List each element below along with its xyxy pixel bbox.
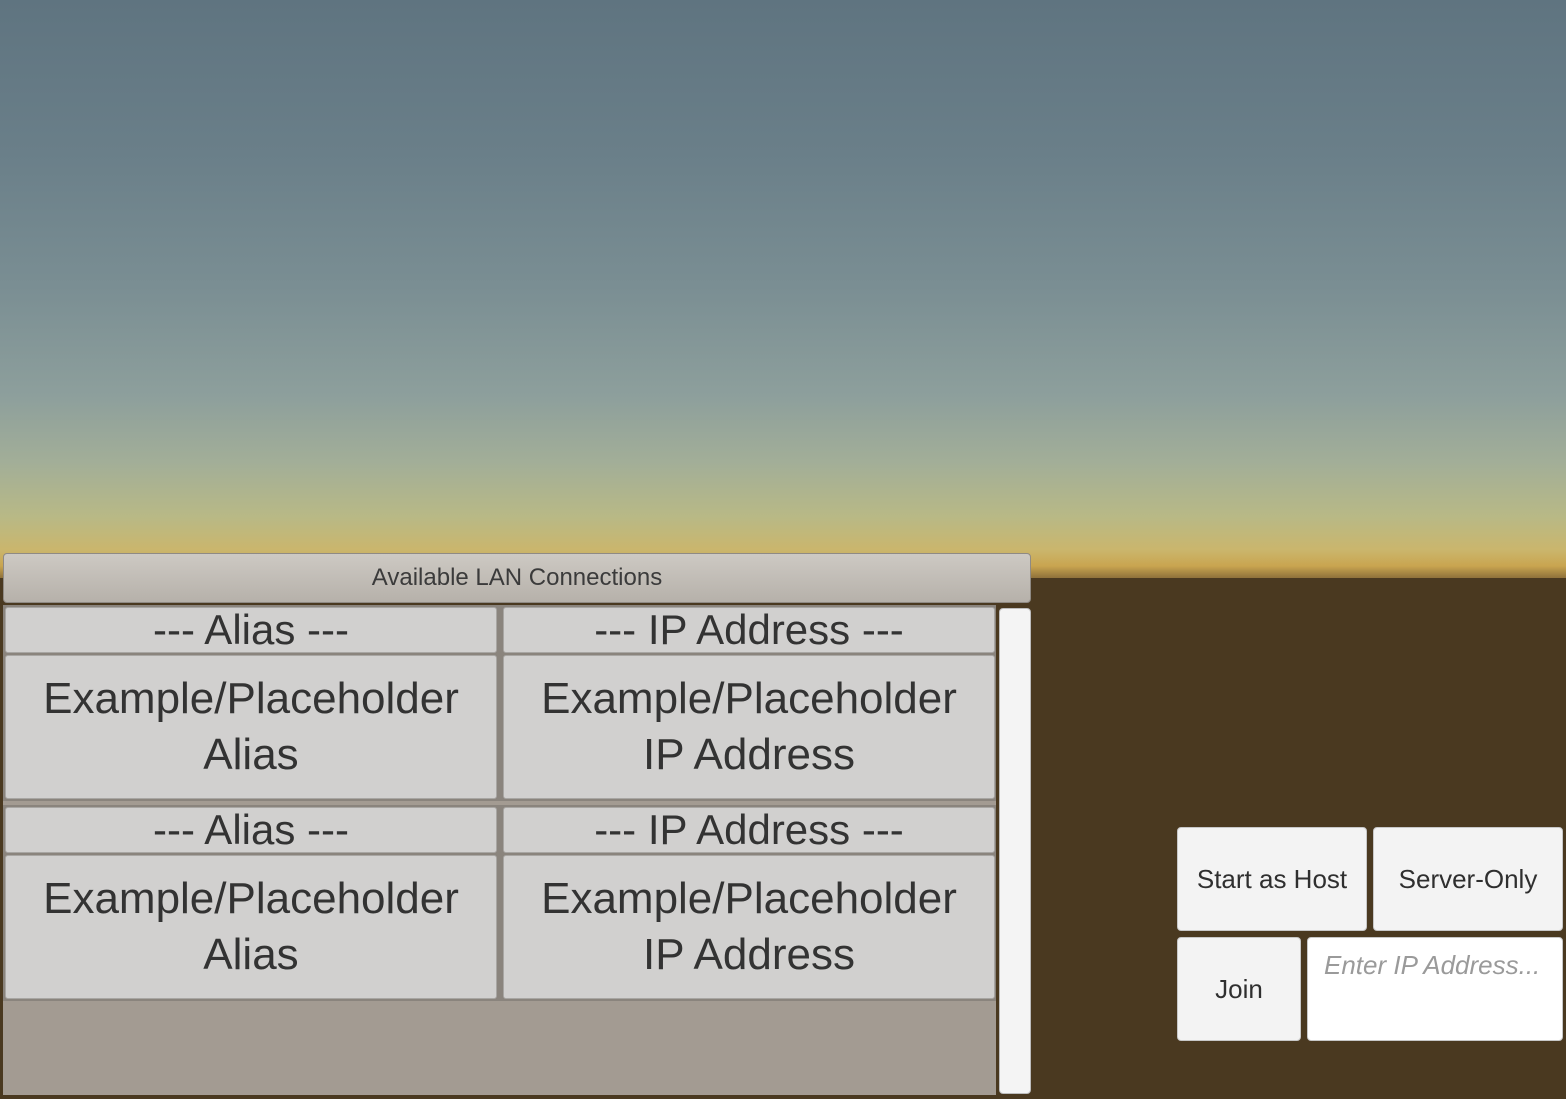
alias-column-header: --- Alias --- (5, 807, 497, 853)
list-scrollbar[interactable] (999, 608, 1031, 1094)
connection-entry[interactable]: --- Alias --- --- IP Address --- Example… (3, 805, 996, 1001)
connection-list[interactable]: --- Alias --- --- IP Address --- Example… (3, 605, 996, 1095)
alias-value-button[interactable]: Example/Placeholder Alias (5, 855, 497, 999)
lan-connections-panel: Available LAN Connections --- Alias --- … (3, 553, 1031, 1095)
ip-column-header: --- IP Address --- (503, 807, 995, 853)
start-as-host-button[interactable]: Start as Host (1177, 827, 1367, 931)
ip-value-button[interactable]: Example/Placeholder IP Address (503, 855, 995, 999)
join-button[interactable]: Join (1177, 937, 1301, 1041)
ip-column-header: --- IP Address --- (503, 607, 995, 653)
connection-entry[interactable]: --- Alias --- --- IP Address --- Example… (3, 605, 996, 801)
server-only-button[interactable]: Server-Only (1373, 827, 1563, 931)
ip-value-button[interactable]: Example/Placeholder IP Address (503, 655, 995, 799)
alias-column-header: --- Alias --- (5, 607, 497, 653)
ip-address-input[interactable] (1307, 937, 1563, 1041)
panel-title: Available LAN Connections (3, 553, 1031, 603)
alias-value-button[interactable]: Example/Placeholder Alias (5, 655, 497, 799)
